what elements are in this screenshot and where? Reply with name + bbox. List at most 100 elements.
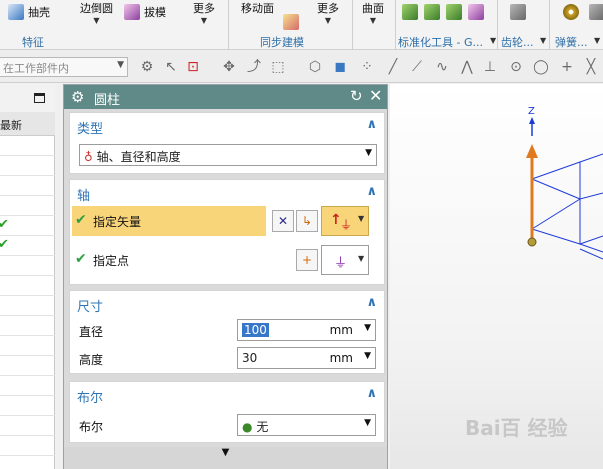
shell-label: 抽壳 [28,6,50,19]
move-face-icon [283,14,299,30]
scatter-icon[interactable]: ⁘ [359,59,375,75]
dimensions-section-header[interactable]: 尺寸 ∧ [70,291,384,315]
table-row[interactable] [0,136,55,156]
chevron-down-icon[interactable]: ▼ [490,36,496,45]
center-point-icon[interactable]: ⊙ [508,59,524,75]
gear-tool-button[interactable] [510,4,526,20]
spring-icon[interactable] [563,4,579,20]
table-row[interactable] [0,376,55,396]
spline-icon[interactable]: ∿ [434,59,450,75]
type-section-header[interactable]: 类型 ∧ [70,113,384,137]
chevron-down-icon[interactable]: ▼ [364,351,371,361]
table-row[interactable] [0,256,55,276]
chevron-down-icon: ▼ [369,16,377,25]
cylinder-dialog: ⚙ 圆柱 ↻ ✕ 类型 ∧ ♁ 轴、直径和高度 ▼ 轴 ∧ ✔ 指定矢量 ✕ ↳… [63,84,388,469]
boolean-dropdown[interactable]: ● 无 ▼ [237,414,376,436]
draft-button[interactable]: 拔模 [124,4,166,20]
table-row[interactable] [0,156,55,176]
table-row[interactable] [0,176,55,196]
selection-scope-dropdown[interactable]: 在工作部件内 ▼ [0,57,128,77]
cylinder-type-icon: ♁ [84,150,93,164]
table-row[interactable] [0,296,55,316]
table-row[interactable] [0,276,55,296]
diameter-input[interactable]: 100 mm ▼ [237,319,376,341]
report-icon[interactable] [468,4,484,20]
table-row[interactable] [0,416,55,436]
boolean-section-title: 布尔 [77,391,104,406]
gear-tool-icon[interactable] [446,4,462,20]
chevron-up-icon[interactable]: ∧ [366,295,377,310]
table-row[interactable] [0,436,55,456]
more-features-button[interactable]: 更多 ▼ [193,0,215,25]
select-cursor-icon[interactable]: ↖ [163,59,179,75]
vector-dialog-button[interactable]: ↳ [296,210,318,232]
axis-section-header[interactable]: 轴 ∧ [70,180,384,204]
type-dropdown[interactable]: ♁ 轴、直径和高度 ▼ [79,144,377,166]
wrench-icon[interactable] [424,4,440,20]
navigator-column-header[interactable]: 最新 [0,112,55,136]
gear-icon[interactable]: ⚙ [71,88,84,106]
rectangle-select-icon[interactable]: ⬚ [270,59,286,75]
tangent-icon[interactable]: ⊥ [482,59,498,75]
chevron-down-icon[interactable]: ▼ [364,323,371,333]
table-row[interactable] [0,336,55,356]
dialog-title: 圆柱 [94,93,121,108]
lasso-icon[interactable]: ⤴ [246,59,262,75]
table-row[interactable] [0,356,55,376]
part-navigator: 最新 ✔ ✔ [0,84,55,469]
polyline-icon[interactable]: ⋀ [459,59,475,75]
more-sync-button[interactable]: 更多 ▼ [317,0,339,25]
maximize-icon[interactable] [34,93,45,103]
intersection-icon[interactable]: ╳ [583,59,599,75]
shell-button[interactable]: 抽壳 [8,4,50,20]
diameter-unit: mm [329,323,353,337]
chevron-up-icon[interactable]: ∧ [366,386,377,401]
vector-arrowhead [526,144,538,158]
solid-body-icon[interactable]: ⬡ [307,59,323,75]
line-icon[interactable]: ╱ [385,59,401,75]
dialog-title-bar[interactable]: ⚙ 圆柱 ↻ ✕ [64,85,387,109]
point-dialog-button[interactable]: + [296,249,318,271]
surface-button[interactable]: 曲面 ▼ [362,0,384,25]
reverse-direction-button[interactable]: ✕ [272,210,294,232]
chevron-down-icon: ▼ [324,16,332,25]
boolean-section-header[interactable]: 布尔 ∧ [70,382,384,406]
table-row[interactable] [0,196,55,216]
plus-icon[interactable]: + [559,59,575,75]
cube-icon[interactable]: ◼ [332,59,348,75]
z-axis-label: Z [528,106,535,117]
table-row[interactable] [0,316,55,336]
snap-point-icon[interactable]: ⊡ [185,59,201,75]
specify-vector-row[interactable]: ✔ 指定矢量 [72,206,266,236]
reset-icon[interactable]: ↻ [350,87,363,105]
boolean-section: 布尔 ∧ 布尔 ● 无 ▼ [69,381,385,443]
table-row[interactable] [0,396,55,416]
height-input[interactable]: 30 mm ▼ [237,347,376,369]
tool-icon[interactable] [402,4,418,20]
clutch-icon[interactable] [589,4,603,20]
vector-type-dropdown[interactable]: ↑ ⏚ ▼ [321,206,369,236]
more-label: 更多 [193,2,215,15]
cylinder-preview-wireframe [531,153,603,260]
circle-icon[interactable]: ◯ [533,59,549,75]
table-row[interactable]: ✔ [0,236,55,256]
curve-icon[interactable]: ⟋ [409,59,425,75]
filter-icon[interactable]: ⚙ [139,59,155,75]
axis-section: 轴 ∧ ✔ 指定矢量 ✕ ↳ ↑ ⏚ ▼ ✔ 指定点 + ⏚ ▼ [69,179,385,285]
draft-label: 拔模 [144,6,166,19]
check-icon: ✔ [75,212,87,228]
move-icon[interactable]: ✥ [221,59,237,75]
chevron-down-icon[interactable]: ▼ [540,36,546,45]
chevron-down-icon: ▼ [365,148,372,158]
edge-blend-button[interactable]: 边倒圆 ▼ [80,0,113,25]
column-chart-icon [510,4,526,20]
diameter-label: 直径 [79,325,104,339]
chevron-up-icon[interactable]: ∧ [366,184,377,199]
close-icon[interactable]: ✕ [369,86,382,105]
chevron-up-icon[interactable]: ∧ [366,117,377,132]
chevron-down-icon[interactable]: ▼ [594,36,600,45]
table-row[interactable]: ✔ [0,216,55,236]
move-face-button[interactable]: 移动面 [241,0,299,30]
point-type-dropdown[interactable]: ⏚ ▼ [321,245,369,275]
more-options-bar[interactable]: ▼ [64,447,387,469]
